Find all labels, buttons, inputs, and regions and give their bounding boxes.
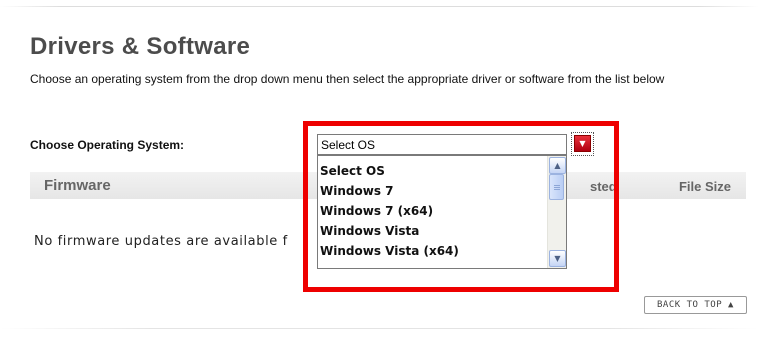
dropdown-scrollbar[interactable]: ▲ ▼ [547, 156, 566, 268]
firmware-title: Firmware [44, 177, 111, 194]
os-dropdown-list[interactable]: Select OS Windows 7 Windows 7 (x64) Wind… [317, 155, 567, 269]
os-option-windows-7-x64[interactable]: Windows 7 (x64) [318, 201, 566, 221]
intro-text: Choose an operating system from the drop… [30, 72, 665, 86]
bottom-divider [0, 328, 759, 329]
column-header-file-size[interactable]: File Size [679, 179, 731, 194]
os-option-select-os[interactable]: Select OS [318, 161, 566, 181]
grip-line [554, 185, 560, 186]
chevron-down-icon[interactable]: ▼ [574, 135, 591, 152]
back-to-top-label: BACK TO TOP [657, 300, 723, 310]
os-option-windows-7[interactable]: Windows 7 [318, 181, 566, 201]
grip-line [554, 189, 560, 190]
empty-message: No firmware updates are available f [34, 234, 288, 249]
os-select-value: Select OS [321, 138, 376, 152]
back-to-top-button[interactable]: BACK TO TOP ▲ [644, 296, 747, 314]
grip-line [554, 187, 560, 188]
caret-up-icon: ▲ [728, 300, 734, 310]
os-select[interactable]: Select OS [317, 134, 567, 155]
page-title: Drivers & Software [30, 33, 251, 60]
top-divider [0, 6, 759, 7]
os-option-windows-vista-x64[interactable]: Windows Vista (x64) [318, 241, 566, 261]
scroll-up-arrow-icon[interactable]: ▲ [549, 157, 566, 174]
os-label: Choose Operating System: [30, 138, 185, 152]
os-option-windows-vista[interactable]: Windows Vista [318, 221, 566, 241]
scroll-thumb[interactable] [549, 174, 564, 200]
scroll-down-arrow-icon[interactable]: ▼ [549, 250, 566, 267]
